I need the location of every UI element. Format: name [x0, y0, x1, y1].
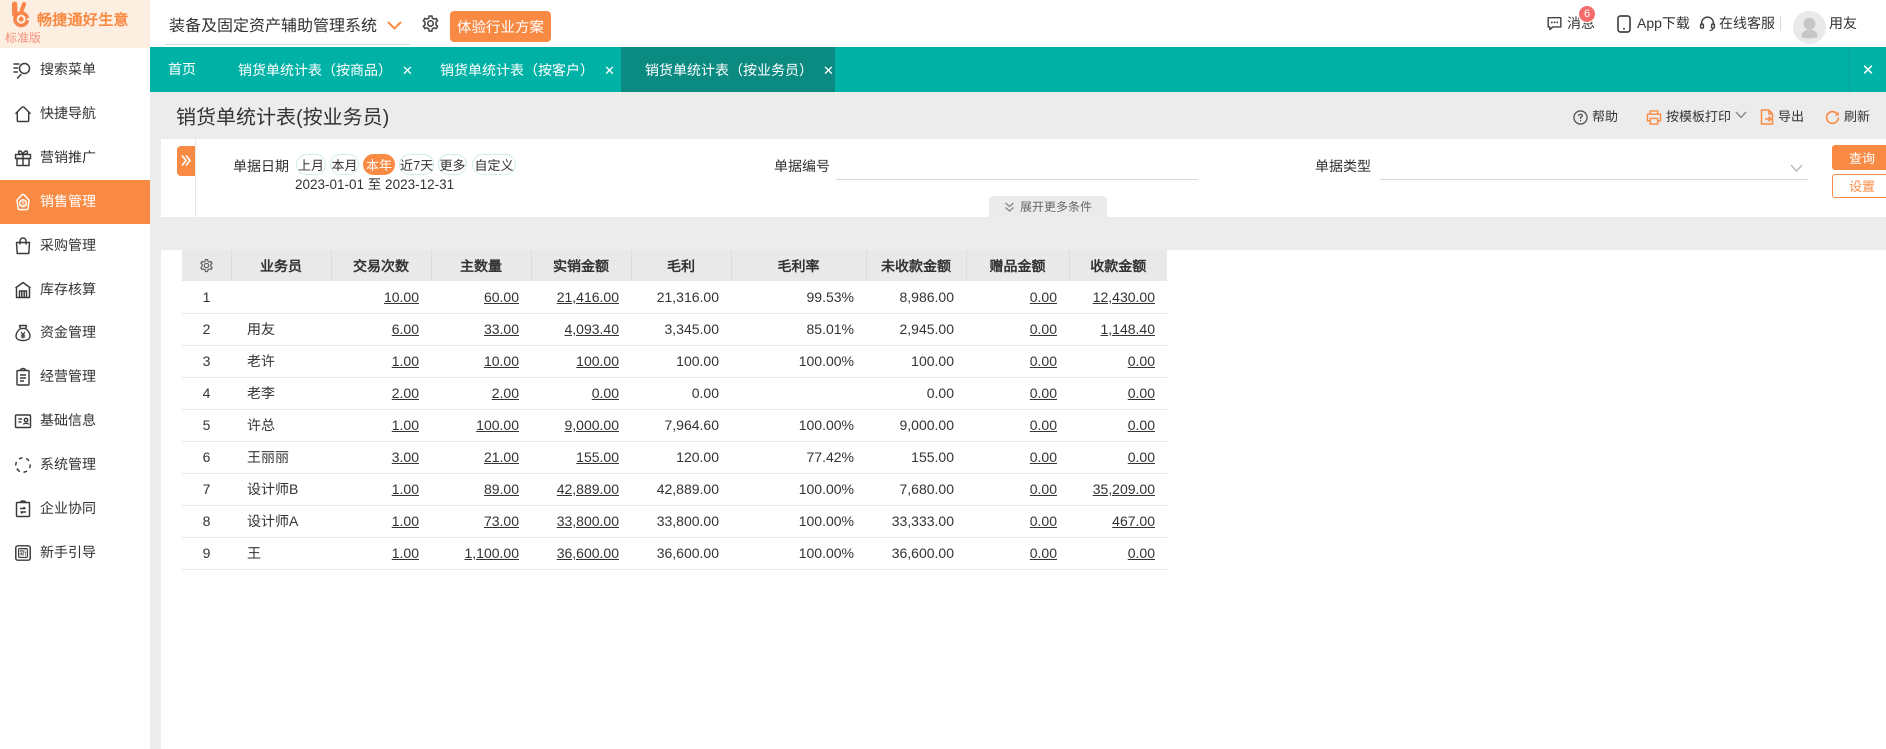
svg-text:新: 新: [19, 548, 27, 559]
